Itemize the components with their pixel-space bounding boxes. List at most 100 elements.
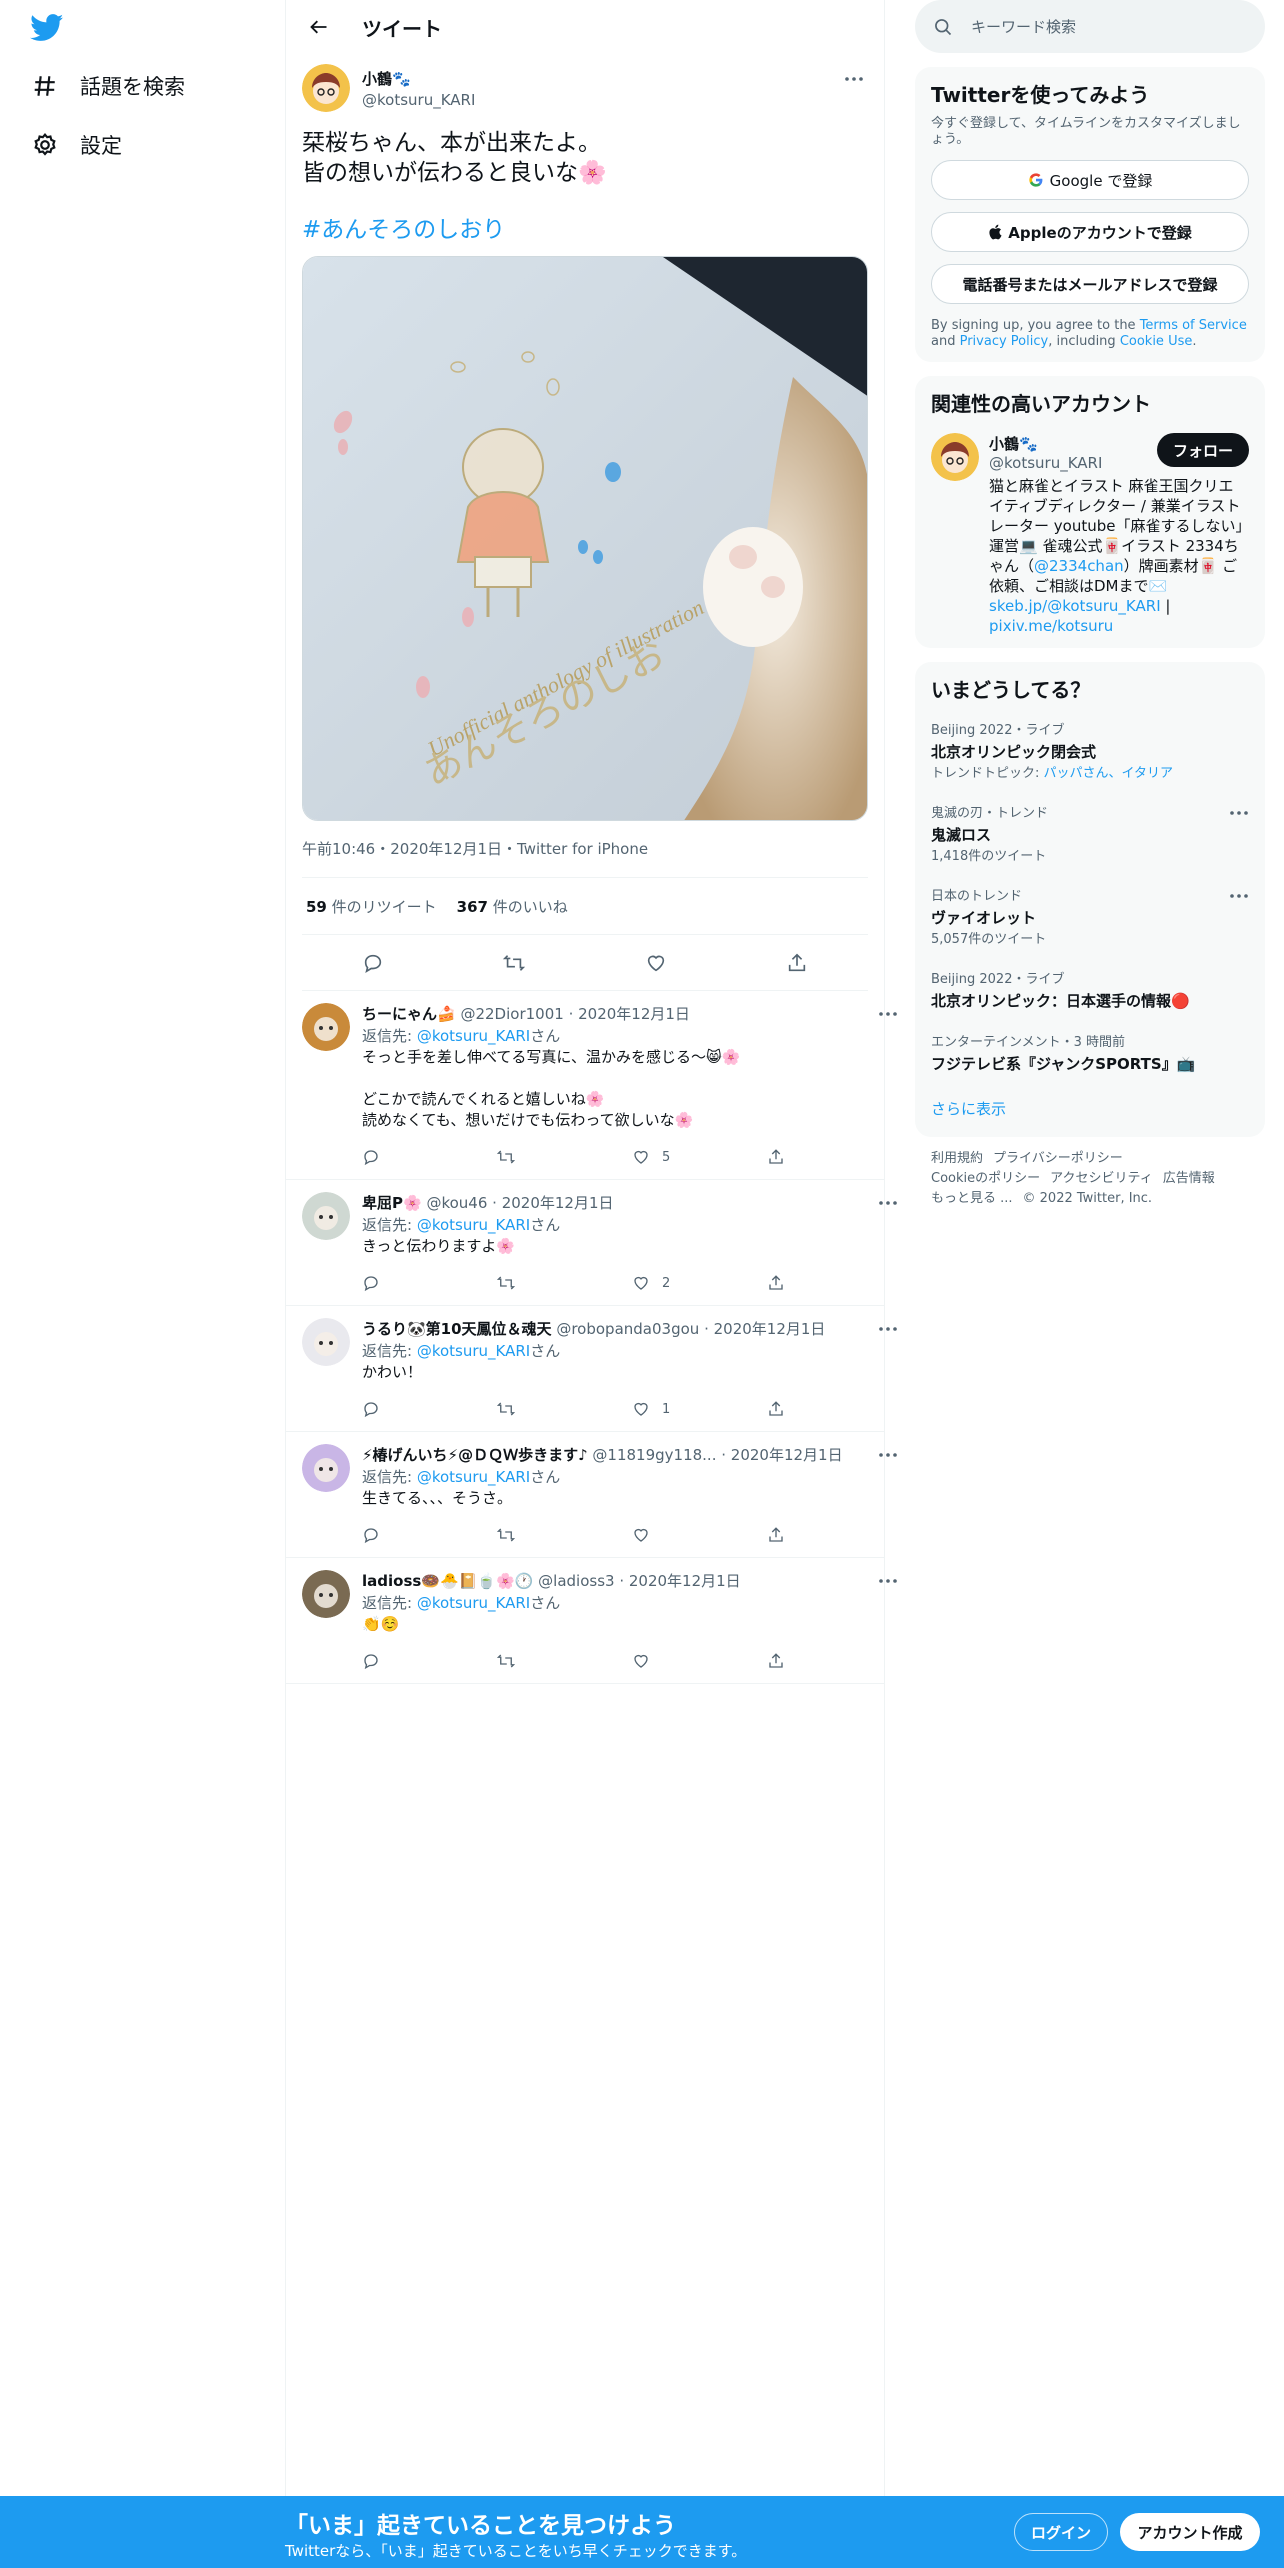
skeb-link[interactable]: skeb.jp/@kotsuru_KARI [989,597,1161,615]
reply-tweet[interactable]: ちーにゃん🍰 @22Dior1001 · 2020年12月1日 返信先: @ko… [286,991,897,1180]
hashtag-link[interactable]: #あんそろのしおり [302,210,868,244]
share-action[interactable] [767,1526,902,1544]
avatar[interactable] [302,1192,350,1240]
retweet-action[interactable] [497,1652,632,1670]
share-icon[interactable] [785,951,809,975]
footer-ads-link[interactable]: 広告情報 [1163,1171,1215,1186]
reply-author-handle[interactable]: @kou46 [426,1194,487,1212]
more-options-icon[interactable] [874,1318,902,1340]
more-options-icon[interactable] [874,1192,902,1214]
retweet-action[interactable] [497,1526,632,1544]
avatar[interactable] [302,64,350,112]
reply-tweet[interactable]: ⚡椿げんいち⚡@ＤＱＷ歩きます♪ @11819gy118... · 2020年1… [286,1432,897,1558]
cookie-link[interactable]: Cookie Use [1120,334,1193,349]
reply-author-name[interactable]: ⚡椿げんいち⚡@ＤＱＷ歩きます♪ [362,1446,588,1464]
footer-terms-link[interactable]: 利用規約 [931,1151,983,1166]
share-action[interactable] [767,1652,902,1670]
avatar[interactable] [931,433,979,481]
share-action[interactable] [767,1148,902,1166]
twitter-logo-icon[interactable] [30,14,64,42]
author-name[interactable]: 小鶴🐾 [362,68,475,89]
reply-tweet[interactable]: 卑屈P🌸 @kou46 · 2020年12月1日 返信先: @kotsuru_K… [286,1180,897,1306]
reply-action[interactable] [362,1274,497,1292]
more-options-icon[interactable] [1225,885,1253,907]
follow-button[interactable]: フォロー [1157,433,1249,467]
nav-settings[interactable]: 設定 [30,125,122,165]
avatar[interactable] [302,1570,350,1618]
like-action[interactable] [632,1652,767,1670]
like-action[interactable]: 2 [632,1274,767,1292]
footer-privacy-link[interactable]: プライバシーポリシー [993,1151,1123,1166]
retweet-action[interactable] [497,1148,632,1166]
signup-button[interactable]: アカウント作成 [1120,2513,1260,2551]
reply-date[interactable]: 2020年12月1日 [578,1005,690,1023]
trend-item[interactable]: 鬼滅の刃・トレンド 鬼滅ロス 1,418件のツイート [931,792,1249,875]
like-icon[interactable] [644,951,668,975]
reply-action[interactable] [362,1652,497,1670]
login-button[interactable]: ログイン [1014,2513,1108,2551]
reply-icon[interactable] [361,951,385,975]
trend-item[interactable]: Beijing 2022・ライブ 北京オリンピック閉会式 トレンドトピック: パッ… [931,709,1249,792]
avatar[interactable] [302,1318,350,1366]
share-action[interactable] [767,1400,902,1418]
retweet-count[interactable]: 59 件のリツイート [306,896,437,917]
nav-explore[interactable]: 話題を検索 [30,66,185,106]
share-action[interactable] [767,1274,902,1292]
reply-action[interactable] [362,1526,497,1544]
back-arrow-icon[interactable] [302,10,336,44]
retweet-action[interactable] [497,1274,632,1292]
related-account[interactable]: 小鶴🐾 @kotsuru_KARI 猫と麻雀とイラスト 麻雀王国クリエイティブデ… [931,433,1249,636]
trend-topic-links[interactable]: パッパさん、イタリア [1044,766,1173,781]
reply-date[interactable]: 2020年12月1日 [731,1446,843,1464]
footer-cookie-link[interactable]: Cookieのポリシー [931,1171,1040,1186]
like-count[interactable]: 367 件のいいね [457,896,568,917]
reply-to-mention[interactable]: @kotsuru_KARI [417,1468,530,1486]
reply-date[interactable]: 2020年12月1日 [502,1194,614,1212]
footer-accessibility-link[interactable]: アクセシビリティ [1050,1171,1153,1186]
trend-item[interactable]: エンターテインメント・3 時間前 フジテレビ系『ジャンクSPORTS』📺 [931,1021,1249,1084]
reply-action[interactable] [362,1400,497,1418]
like-action[interactable]: 1 [632,1400,767,1418]
reply-to-mention[interactable]: @kotsuru_KARI [417,1594,530,1612]
retweet-action[interactable] [497,1400,632,1418]
reply-to-mention[interactable]: @kotsuru_KARI [417,1027,530,1045]
author-handle[interactable]: @kotsuru_KARI [362,91,475,109]
reply-author-handle[interactable]: @22Dior1001 [460,1005,563,1023]
footer-more-link[interactable]: もっと見る ... [931,1191,1013,1206]
terms-link[interactable]: Terms of Service [1140,318,1247,333]
privacy-link[interactable]: Privacy Policy [960,334,1049,349]
reply-author-handle[interactable]: @robopanda03gou [556,1320,699,1338]
bio-mention-link[interactable]: @2334chan [1034,557,1124,575]
trend-item[interactable]: Beijing 2022・ライブ 北京オリンピック：日本選手の情報🔴 [931,958,1249,1021]
tweet-photo[interactable]: Unofficial anthology of illustration あんそ… [302,256,868,821]
pixiv-link[interactable]: pixiv.me/kotsuru [989,617,1113,635]
reply-action[interactable] [362,1148,497,1166]
like-action[interactable] [632,1526,767,1544]
avatar[interactable] [302,1444,350,1492]
reply-author-handle[interactable]: @11819gy118... [592,1446,716,1464]
more-options-icon[interactable] [840,68,868,90]
avatar[interactable] [302,1003,350,1051]
reply-date[interactable]: 2020年12月1日 [714,1320,826,1338]
reply-author-name[interactable]: ちーにゃん🍰 [362,1005,456,1023]
search-input[interactable]: キーワード検索 [915,0,1265,53]
retweet-icon[interactable] [502,951,526,975]
reply-tweet[interactable]: ladioss🍩🐣📔🍵🌸🕐 @ladioss3 · 2020年12月1日 返信先… [286,1558,897,1684]
apple-signup-button[interactable]: Appleのアカウントで登録 [931,212,1249,252]
more-options-icon[interactable] [874,1570,902,1592]
reply-author-handle[interactable]: @ladioss3 [538,1572,614,1590]
phone-email-signup-button[interactable]: 電話番号またはメールアドレスで登録 [931,264,1249,304]
like-action[interactable]: 5 [632,1148,767,1166]
reply-date[interactable]: 2020年12月1日 [629,1572,741,1590]
reply-to-mention[interactable]: @kotsuru_KARI [417,1342,530,1360]
google-signup-button[interactable]: Google で登録 [931,160,1249,200]
hashtag-link-text[interactable]: #あんそろのしおり [302,217,505,243]
more-options-icon[interactable] [874,1003,902,1025]
reply-author-name[interactable]: ladioss🍩🐣📔🍵🌸🕐 [362,1572,533,1590]
more-options-icon[interactable] [874,1444,902,1466]
reply-to-mention[interactable]: @kotsuru_KARI [417,1216,530,1234]
more-options-icon[interactable] [1225,802,1253,824]
show-more-link[interactable]: さらに表示 [931,1100,1006,1118]
reply-author-name[interactable]: うるり🐼第10天鳳位＆魂天 [362,1320,552,1338]
tweet-meta[interactable]: 午前10:46・2020年12月1日・Twitter for iPhone [302,838,868,860]
